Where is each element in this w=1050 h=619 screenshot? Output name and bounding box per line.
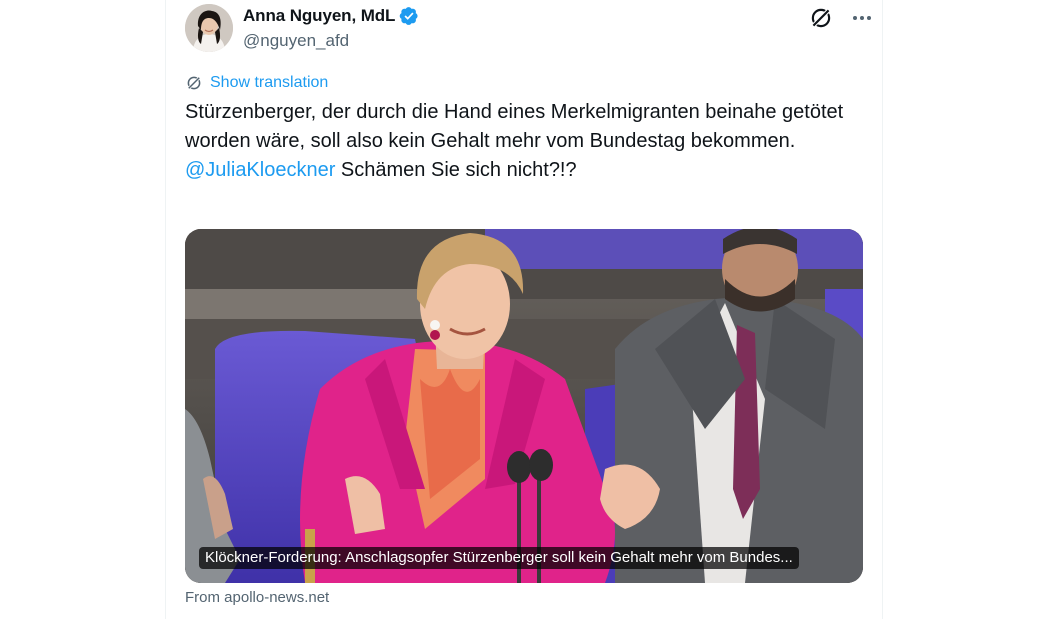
link-card-image[interactable]: Klöckner-Forderung: Anschlagsopfer Stürz… [185, 229, 863, 583]
grok-icon[interactable] [808, 5, 834, 31]
tweet-paragraph-2: @JuliaKloeckner Schämen Sie sich nicht?!… [185, 156, 865, 185]
author-name-row[interactable]: Anna Nguyen, MdL [243, 6, 419, 26]
parliament-photo [185, 229, 863, 583]
translate-icon [186, 75, 202, 91]
avatar[interactable] [185, 4, 233, 52]
display-name[interactable]: Anna Nguyen, MdL [243, 6, 395, 26]
tweet-paragraph-rest: Schämen Sie sich nicht?!? [335, 159, 577, 181]
link-card-caption: Klöckner-Forderung: Anschlagsopfer Stürz… [199, 547, 799, 569]
show-translation-button[interactable]: Show translation [185, 74, 328, 92]
author-handle[interactable]: @nguyen_afd [243, 31, 349, 51]
tweet-paragraph: Stürzenberger, der durch die Hand eines … [185, 101, 844, 152]
more-options-icon[interactable] [850, 6, 874, 30]
profile-photo-icon [185, 4, 233, 52]
link-source[interactable]: From apollo-news.net [185, 589, 329, 606]
verified-badge-icon[interactable] [399, 6, 419, 26]
tweet-text: Stürzenberger, der durch die Hand eines … [185, 98, 865, 185]
show-translation-label: Show translation [210, 74, 329, 91]
mention-link[interactable]: @JuliaKloeckner [185, 159, 335, 181]
tweet-top-actions [808, 5, 874, 31]
